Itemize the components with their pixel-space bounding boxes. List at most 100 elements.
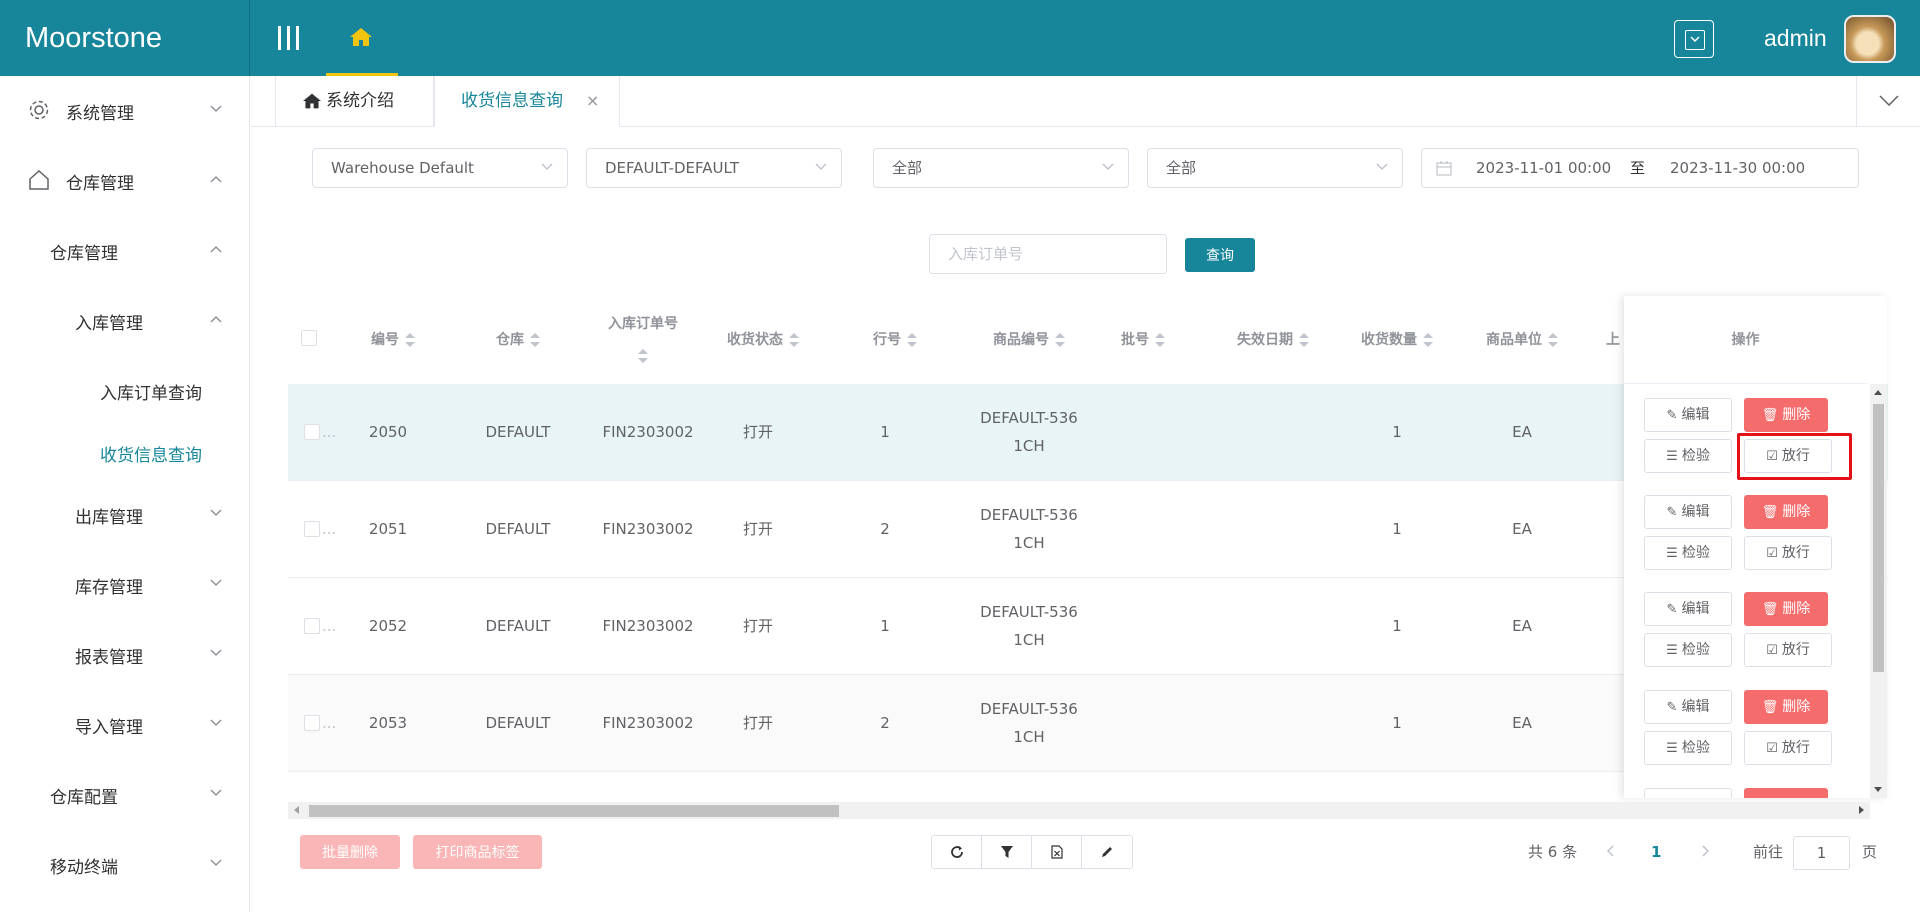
edit-button-partial[interactable] [1644,788,1732,798]
col-id[interactable]: 编号 [358,296,428,384]
release-button[interactable]: ☑ 放行 [1744,731,1832,765]
delete-button[interactable]: 🗑 删除 [1744,398,1828,432]
goto-page-input[interactable]: 1 [1793,836,1850,870]
row-checkbox[interactable] [304,618,320,634]
print-labels-button[interactable]: 打印商品标签 [413,835,542,869]
warehouse-select[interactable]: Warehouse Default [312,148,568,188]
scroll-down-icon[interactable] [1874,787,1882,792]
scroll-thumb[interactable] [309,805,839,817]
user-name[interactable]: admin [1764,0,1827,76]
row-checkbox[interactable] [304,424,320,440]
scroll-left-icon[interactable] [294,806,299,814]
tab-system-intro[interactable]: 系统介绍 [275,76,434,127]
date-to[interactable]: 2023-11-30 00:00 [1670,149,1805,187]
sort-icon[interactable] [1423,333,1433,347]
sidebar-item-warehouse-sub[interactable]: 仓库管理 [0,231,250,271]
delete-button-partial[interactable] [1744,788,1828,798]
sidebar-item-system[interactable]: 系统管理 [0,91,250,131]
edit-button[interactable]: ✎ 编辑 [1644,592,1732,626]
col-sku[interactable]: 商品编号 [974,296,1084,384]
status-select-1[interactable]: 全部 [873,148,1129,188]
col-order[interactable]: 入库订单号 [598,308,688,396]
scroll-right-icon[interactable] [1859,806,1864,814]
sort-icon[interactable] [907,333,917,347]
sidebar-item-warehouse-config[interactable]: 仓库配置 [0,775,250,815]
col-expiry[interactable]: 失效日期 [1228,296,1318,384]
col-warehouse[interactable]: 仓库 [473,296,563,384]
edit-button[interactable]: ✎ 编辑 [1644,690,1732,724]
sort-icon[interactable] [638,349,648,363]
sidebar-item-outbound[interactable]: 出库管理 [0,495,250,535]
release-button[interactable]: ☑ 放行 [1744,536,1832,570]
inspect-button[interactable]: ☰ 检验 [1644,731,1732,765]
status-select-2[interactable]: 全部 [1147,148,1403,188]
delete-button[interactable]: 🗑 删除 [1744,495,1828,529]
col-line[interactable]: 行号 [860,296,930,384]
filter-button[interactable] [982,836,1032,868]
date-from[interactable]: 2023-11-01 00:00 [1476,149,1611,187]
home-icon [303,93,321,109]
sort-icon[interactable] [530,333,540,347]
sort-icon[interactable] [1155,333,1165,347]
tab-receipt-query[interactable]: 收货信息查询 × [434,76,620,127]
sort-icon[interactable] [1548,333,1558,347]
tabs-more-button[interactable] [1856,76,1920,127]
edit-icon: ✎ [1666,408,1678,423]
col-qty[interactable]: 收货数量 [1352,296,1442,384]
close-icon[interactable]: × [586,76,599,126]
sidebar-item-import[interactable]: 导入管理 [0,705,250,745]
query-button[interactable]: 查询 [1185,238,1255,272]
row-checkbox[interactable] [304,715,320,731]
horizontal-scrollbar[interactable] [288,802,1870,819]
vertical-scrollbar[interactable] [1870,384,1887,798]
date-range-picker[interactable]: 2023-11-01 00:00 至 2023-11-30 00:00 [1421,148,1859,188]
next-page-button[interactable] [1702,835,1710,869]
edit-button[interactable]: ✎ 编辑 [1644,495,1732,529]
select-all-checkbox[interactable] [301,330,317,346]
edit-columns-button[interactable] [1082,836,1132,868]
sidebar-item-inbound-orders[interactable]: 入库订单查询 [0,371,250,411]
fullscreen-dropdown-button[interactable] [1674,20,1714,58]
page-number[interactable]: 1 [1651,835,1661,869]
refresh-button[interactable] [932,836,982,868]
export-excel-button[interactable] [1032,836,1082,868]
release-button-highlight [1737,433,1852,480]
chevron-up-icon [210,175,222,183]
sidebar-item-inventory[interactable]: 库存管理 [0,565,250,605]
edit-button[interactable]: ✎ 编辑 [1644,398,1732,432]
sidebar-item-mobile[interactable]: 移动终端 [0,845,250,885]
inspect-button[interactable]: ☰ 检验 [1644,439,1732,473]
home-icon [350,28,372,46]
sort-icon[interactable] [1055,333,1065,347]
inspect-button[interactable]: ☰ 检验 [1644,536,1732,570]
scroll-up-icon[interactable] [1874,390,1882,395]
sort-icon[interactable] [1299,333,1309,347]
inspect-button[interactable]: ☰ 检验 [1644,633,1732,667]
chevron-down-icon [1879,95,1899,106]
col-status[interactable]: 收货状态 [718,296,808,384]
sidebar-item-reports[interactable]: 报表管理 [0,635,250,675]
menu-toggle-icon[interactable] [276,22,302,52]
owner-select[interactable]: DEFAULT-DEFAULT [586,148,842,188]
sort-icon[interactable] [405,333,415,347]
chevron-up-icon [210,245,222,253]
prev-page-button[interactable] [1606,835,1614,869]
sidebar-item-warehouse[interactable]: 仓库管理 [0,161,250,201]
col-unit[interactable]: 商品单位 [1477,296,1567,384]
delete-button[interactable]: 🗑 删除 [1744,592,1828,626]
chevron-down-icon [210,579,222,587]
checkbox-icon: ☑ [1766,546,1778,561]
col-batch[interactable]: 批号 [1108,296,1178,384]
row-checkbox[interactable] [304,521,320,537]
sidebar-item-inbound[interactable]: 入库管理 [0,301,250,341]
order-number-input[interactable] [929,234,1167,274]
bulk-delete-button[interactable]: 批量删除 [300,835,400,869]
total-count: 共 6 条 [1528,843,1578,861]
release-button[interactable]: ☑ 放行 [1744,633,1832,667]
delete-button[interactable]: 🗑 删除 [1744,690,1828,724]
user-avatar[interactable] [1844,15,1896,63]
sort-icon[interactable] [789,333,799,347]
home-button[interactable] [326,0,398,76]
scroll-thumb[interactable] [1873,404,1884,672]
sidebar-item-receipt-query[interactable]: 收货信息查询 [0,433,250,473]
